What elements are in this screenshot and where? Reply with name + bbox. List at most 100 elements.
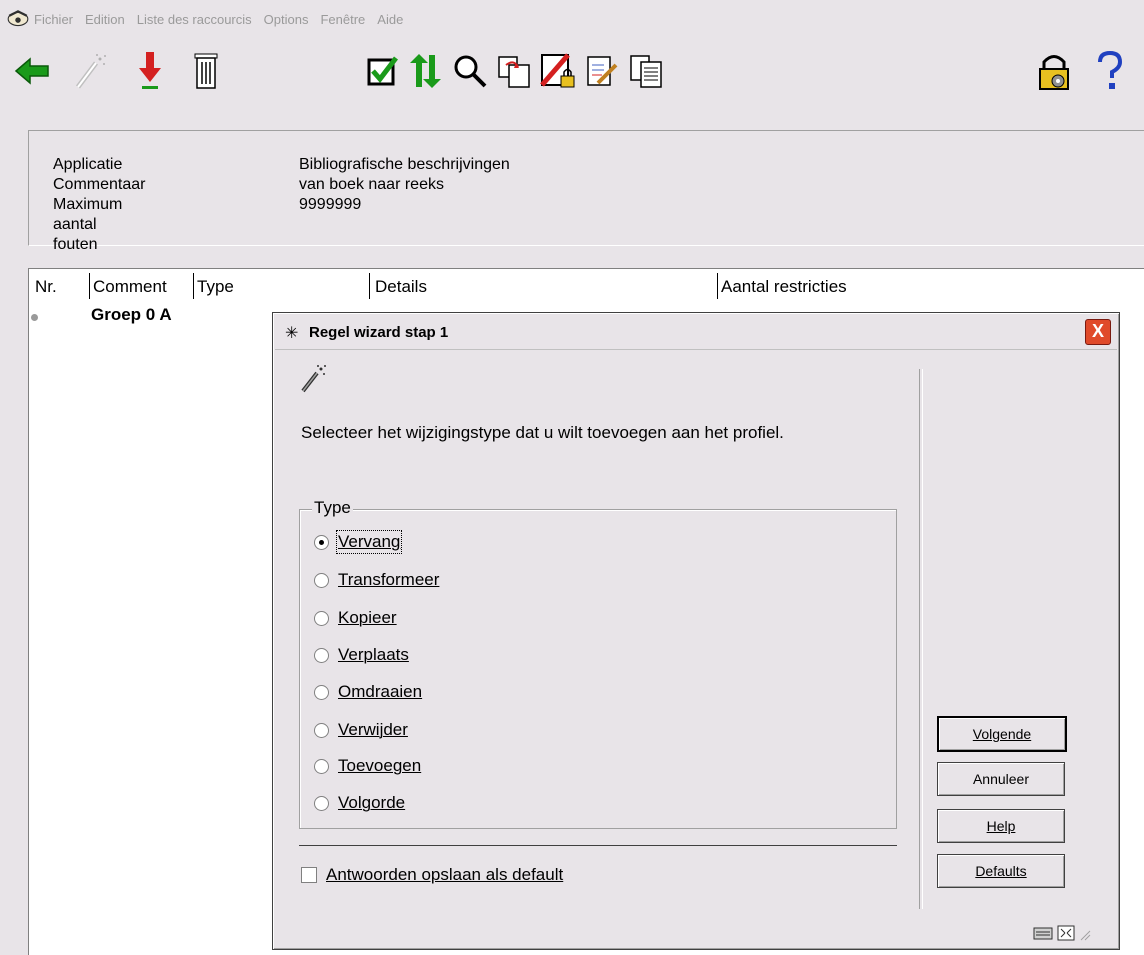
radio-icon[interactable] — [314, 572, 329, 588]
magic-wand-icon — [301, 365, 326, 393]
help-button-label: Help — [986, 818, 1016, 834]
keyboard-icon[interactable] — [1033, 925, 1053, 941]
cancel-button[interactable]: Annuleer — [937, 762, 1065, 796]
radio-label: Verplaats — [338, 645, 409, 664]
lock-edit-button[interactable] — [538, 48, 578, 94]
delete-button[interactable] — [186, 48, 226, 94]
download-arrow-icon — [139, 52, 161, 89]
sort-updown-icon — [410, 54, 441, 88]
edit-note-button[interactable] — [582, 48, 622, 94]
dialog-status-icons — [1033, 925, 1091, 941]
header-value: 9999999 — [299, 196, 362, 213]
trash-icon — [194, 53, 218, 89]
next-button-label: Volgende — [972, 726, 1032, 742]
radio-vervang[interactable]: Vervang — [314, 530, 403, 554]
help-button[interactable] — [1090, 48, 1130, 94]
edit-note-icon — [587, 56, 618, 86]
radio-icon[interactable] — [314, 684, 329, 700]
wizard-dialog: ✳ Regel wizard stap 1 X Selecteer het wi… — [272, 312, 1120, 950]
menu-aide[interactable]: Aide — [377, 12, 403, 27]
radio-label: Omdraaien — [338, 682, 423, 701]
header-label: Commentaar — [53, 176, 146, 193]
copy-button[interactable] — [494, 48, 534, 94]
document-list-icon — [630, 55, 662, 88]
dialog-prompt: Selecteer het wijzigingstype dat u wilt … — [301, 423, 784, 442]
vertical-divider — [919, 369, 923, 909]
radio-kopieer[interactable]: Kopieer — [314, 608, 397, 628]
radio-toevoegen[interactable]: Toevoegen — [314, 756, 421, 776]
wizard-sparkle-icon: ✳ — [285, 325, 299, 342]
cancel-button-label: Annuleer — [972, 771, 1030, 787]
help-dialog-button[interactable]: Help — [937, 809, 1065, 843]
header-panel: Applicatie Bibliografische beschrijvinge… — [28, 130, 1144, 253]
header-value: van boek naar reeks — [299, 176, 444, 193]
defaults-button[interactable]: Defaults — [937, 854, 1065, 888]
radio-transformeer[interactable]: Transformeer — [314, 570, 439, 590]
dialog-titlebar[interactable]: ✳ Regel wizard stap 1 X — [275, 315, 1117, 350]
column-divider[interactable] — [369, 273, 370, 299]
check-button[interactable] — [362, 48, 402, 94]
table-header: Nr. Comment Type Details Aantal restrict… — [29, 269, 1144, 303]
table-row[interactable]: Groep 0 A — [91, 305, 172, 325]
copy-pages-icon — [498, 56, 530, 88]
column-divider[interactable] — [717, 273, 718, 299]
save-defaults-checkbox[interactable]: Antwoorden opslaan als default — [301, 865, 563, 885]
menu-edition[interactable]: Edition — [85, 12, 125, 27]
column-header-comment[interactable]: Comment — [93, 277, 167, 297]
radio-icon[interactable] — [314, 647, 329, 663]
lock-settings-icon — [1039, 55, 1069, 90]
radio-label: Verwijder — [338, 720, 408, 739]
maximize-icon[interactable] — [1057, 925, 1075, 941]
search-button[interactable] — [450, 48, 490, 94]
radio-icon[interactable] — [314, 610, 329, 626]
help-icon — [1098, 50, 1123, 89]
menu-raccourcis[interactable]: Liste des raccourcis — [137, 12, 252, 27]
resize-grip-icon[interactable] — [1079, 925, 1091, 941]
header-value: Bibliografische beschrijvingen — [299, 156, 510, 173]
checkmark-icon — [367, 56, 398, 86]
header-label: Applicatie — [53, 156, 123, 173]
wizard-button[interactable] — [70, 48, 110, 94]
radio-volgorde[interactable]: Volgorde — [314, 793, 405, 813]
toolbar — [0, 42, 1144, 104]
radio-icon[interactable] — [314, 722, 329, 738]
menu-fenetre[interactable]: Fenêtre — [320, 12, 365, 27]
download-button[interactable] — [130, 48, 170, 94]
menu-options[interactable]: Options — [264, 12, 309, 27]
row-indicator-icon — [31, 314, 38, 321]
magic-wand-icon — [76, 54, 106, 89]
document-list-button[interactable] — [626, 48, 666, 94]
back-button[interactable] — [12, 48, 52, 94]
header-label: Maximum aantal fouten — [53, 196, 123, 253]
column-header-nr[interactable]: Nr. — [35, 277, 57, 297]
menu-bar: Fichier Edition Liste des raccourcis Opt… — [0, 0, 1144, 38]
type-group-title: Type — [312, 498, 353, 518]
radio-omdraaien[interactable]: Omdraaien — [314, 682, 422, 702]
close-button[interactable]: X — [1085, 319, 1111, 345]
next-button[interactable]: Volgende — [937, 716, 1067, 752]
search-icon — [454, 55, 487, 88]
radio-icon[interactable] — [314, 758, 329, 774]
radio-verplaats[interactable]: Verplaats — [314, 645, 409, 665]
radio-label: Vervang — [335, 530, 403, 554]
radio-label: Kopieer — [338, 608, 397, 627]
divider — [299, 845, 897, 848]
column-divider[interactable] — [89, 273, 90, 299]
back-arrow-icon — [14, 57, 49, 85]
checkbox-label: Antwoorden opslaan als default — [326, 865, 564, 884]
sort-button[interactable] — [406, 48, 446, 94]
radio-icon[interactable] — [314, 795, 329, 811]
column-header-type[interactable]: Type — [197, 277, 234, 297]
lock-settings-button[interactable] — [1034, 48, 1074, 94]
radio-selected-icon[interactable] — [314, 534, 329, 550]
type-groupbox: Type Vervang Transformeer Kopieer Verpla… — [299, 498, 897, 829]
column-header-details[interactable]: Details — [375, 277, 427, 297]
checkbox-icon[interactable] — [301, 867, 317, 883]
radio-label: Transformeer — [338, 570, 440, 589]
column-divider[interactable] — [193, 273, 194, 299]
column-header-restricties[interactable]: Aantal restricties — [721, 277, 847, 297]
menu-fichier[interactable]: Fichier — [34, 12, 73, 27]
radio-verwijder[interactable]: Verwijder — [314, 720, 408, 740]
lock-edit-icon — [540, 53, 575, 88]
radio-label: Toevoegen — [338, 756, 422, 775]
